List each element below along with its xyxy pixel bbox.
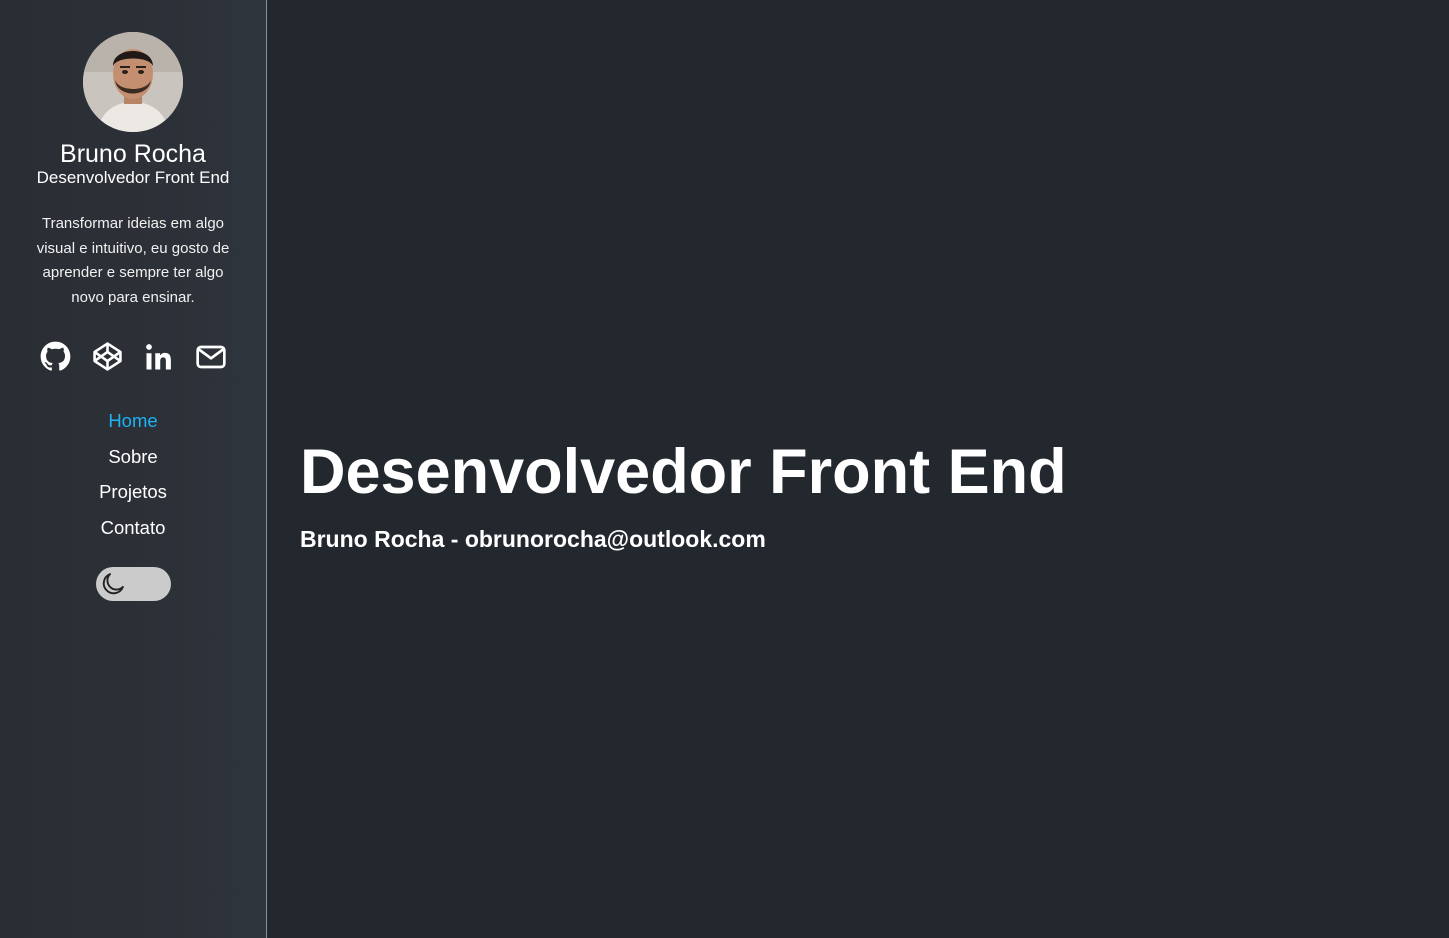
linkedin-link[interactable] <box>143 340 176 373</box>
moon-icon <box>102 573 124 595</box>
mail-icon <box>196 345 226 368</box>
hero-subtitle: Bruno Rocha - obrunorocha@outlook.com <box>300 526 766 552</box>
sidebar: Bruno Rocha Desenvolvedor Front End Tran… <box>0 0 267 938</box>
main-content: Desenvolvedor Front End Bruno Rocha - ob… <box>267 0 1449 938</box>
codepen-link[interactable] <box>91 340 124 373</box>
social-links <box>39 340 228 373</box>
profile-bio: Transformar ideias em algo visual e intu… <box>36 215 230 306</box>
nav-item-home[interactable]: Home <box>108 409 157 434</box>
hero-title: Desenvolvedor Front End <box>300 437 1067 507</box>
avatar <box>83 32 183 132</box>
main-nav: Home Sobre Projetos Contato <box>99 409 167 540</box>
github-link[interactable] <box>39 340 72 373</box>
nav-item-sobre[interactable]: Sobre <box>108 445 157 470</box>
email-link[interactable] <box>195 340 228 373</box>
codepen-icon <box>92 342 122 371</box>
github-icon <box>40 341 70 371</box>
profile-name: Bruno Rocha <box>60 140 206 168</box>
profile-role: Desenvolvedor Front End <box>36 168 230 187</box>
nav-item-contato[interactable]: Contato <box>101 516 166 541</box>
theme-toggle[interactable] <box>95 567 171 601</box>
linkedin-icon <box>146 343 171 369</box>
nav-item-projetos[interactable]: Projetos <box>99 480 167 505</box>
page: Bruno Rocha Desenvolvedor Front End Tran… <box>0 0 1449 938</box>
